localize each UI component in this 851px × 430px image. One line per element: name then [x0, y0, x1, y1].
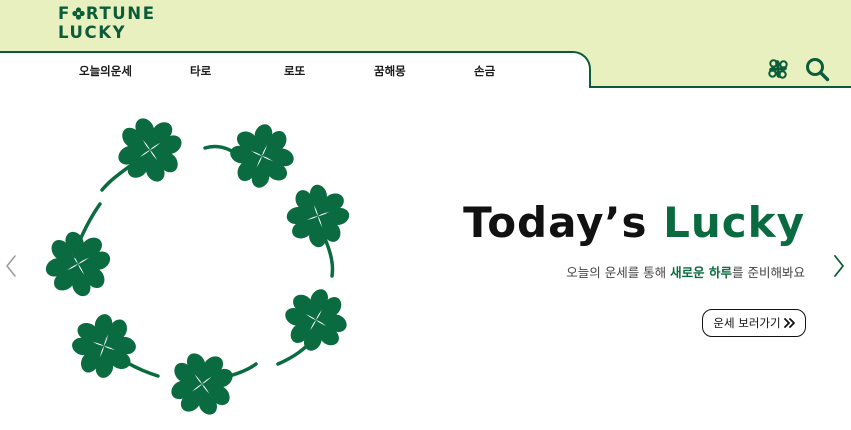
hero-subtitle-accent: 새로운 하루	[670, 265, 733, 280]
hero-title: Today’s Lucky	[463, 198, 805, 247]
clover-button[interactable]	[765, 56, 791, 82]
clover-icon	[768, 59, 788, 79]
hero-subtitle-pre: 오늘의 운세를 통해	[566, 265, 667, 280]
view-fortune-button[interactable]: 운세 보러가기	[702, 309, 806, 337]
logo-line-lucky: LUCKY	[58, 23, 127, 42]
hero-subtitle: 오늘의 운세를 통해 새로운 하루를 준비해봐요	[566, 262, 805, 281]
hero-subtitle-post: 를 준비해봐요	[732, 265, 805, 280]
hero-title-accent: Lucky	[663, 198, 805, 247]
shamrock-wreath-illustration	[41, 115, 357, 418]
header-divider	[589, 86, 851, 88]
nav-item-tarot[interactable]: 타로	[190, 63, 211, 79]
carousel-prev-button[interactable]	[4, 254, 18, 278]
nav-item-dream[interactable]: 꿈해몽	[374, 63, 406, 79]
nav-item-palm[interactable]: 손금	[474, 63, 495, 79]
main-nav: 오늘의운세 타로 로또 꿈해몽 손금	[0, 51, 591, 88]
nav-item-today-fortune[interactable]: 오늘의운세	[79, 63, 132, 79]
double-chevron-right-icon	[783, 318, 795, 328]
logo-text-rtune: RTUNE	[85, 4, 156, 23]
chevron-left-icon	[6, 255, 16, 277]
view-fortune-label: 운세 보러가기	[713, 316, 781, 330]
site-logo[interactable]: F RTUNE LUCKY	[58, 4, 178, 44]
chevron-right-icon	[834, 255, 844, 277]
logo-letter-f: F	[58, 4, 71, 23]
site-header: F RTUNE LUCKY 오늘의운세 타로 로또 꿈해몽 손금	[0, 0, 851, 88]
logo-line-fortune: F RTUNE	[58, 4, 178, 23]
hero-title-plain: Today’s	[463, 198, 648, 247]
clover-icon	[72, 7, 85, 20]
carousel-next-button[interactable]	[832, 254, 846, 278]
nav-item-lotto[interactable]: 로또	[284, 63, 305, 79]
search-button[interactable]	[804, 56, 830, 82]
search-icon	[806, 58, 830, 82]
